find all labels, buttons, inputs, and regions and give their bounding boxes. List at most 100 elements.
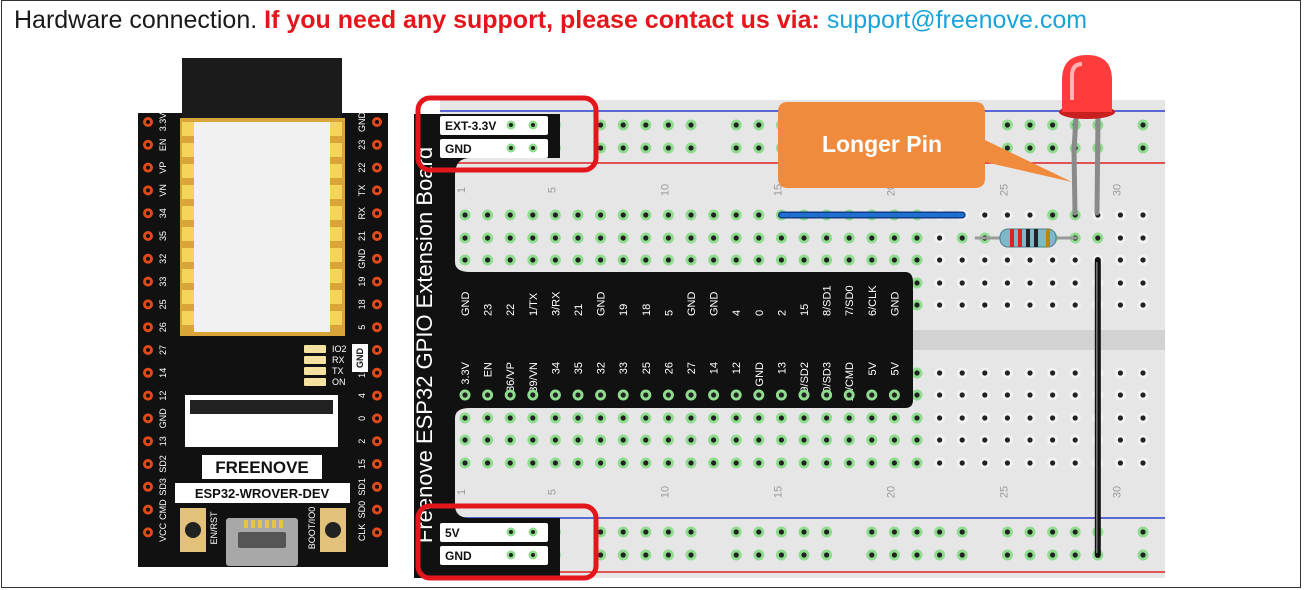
esp32-pin <box>146 462 150 466</box>
breadboard-hole <box>575 257 581 263</box>
breadboard-hole <box>1072 415 1078 421</box>
module-pad <box>182 185 194 199</box>
status-led-label: TX <box>332 366 344 376</box>
esp32-right-pin-label: 2 <box>357 439 367 444</box>
esp32-board: 3.3VENVPVN343532332526271412GND13SD2SD3C… <box>138 58 388 567</box>
gpio-bottom-label: 36/VP <box>505 362 517 392</box>
esp32-right-pin-label: CLK <box>357 524 367 542</box>
breadboard-hole <box>1004 257 1011 263</box>
esp32-right-pin-label: 19 <box>357 277 367 287</box>
rail-hole <box>1004 122 1011 128</box>
breadboard-hole <box>846 415 852 421</box>
esp32-right-pin-label: 0 <box>357 416 367 421</box>
breadboard-hole <box>982 437 988 443</box>
breadboard-hole <box>891 415 898 421</box>
breadboard-hole <box>1004 460 1011 466</box>
button-icon <box>185 522 201 538</box>
breadboard-hole <box>1117 302 1123 308</box>
breadboard-hole <box>530 212 536 218</box>
breadboard-hole <box>1027 460 1033 466</box>
module-pad <box>330 185 342 199</box>
breadboard-hole <box>1050 392 1056 398</box>
breadboard-hole <box>1004 415 1011 421</box>
breadboard-hole <box>959 302 965 308</box>
breadboard-hole <box>733 437 739 443</box>
esp32-right-pin-label: 18 <box>357 299 367 309</box>
esp32-pin <box>375 120 379 124</box>
breadboard-hole <box>1004 302 1011 308</box>
esp32-left-pin-label: CMD <box>158 499 168 520</box>
breadboard-hole <box>598 235 604 241</box>
breadboard-hole <box>937 415 943 421</box>
breadboard-hole <box>507 460 513 466</box>
breadboard-hole <box>937 257 943 263</box>
rail-hole <box>1050 122 1056 128</box>
module-pad <box>330 269 342 283</box>
esp32-left-pin-label: 33 <box>158 277 168 287</box>
gpio-top-label: 23 <box>483 304 495 316</box>
breadboard-hole <box>1140 302 1146 308</box>
breadboard-hole <box>824 437 830 443</box>
esp32-left-pin-label: VN <box>158 184 168 197</box>
column-number: 1 <box>456 187 468 193</box>
esp32-pin <box>146 348 150 352</box>
gpio-top-label: 7/SD0 <box>844 285 856 316</box>
breadboard-hole <box>1117 392 1123 398</box>
esp32-pin <box>146 256 150 261</box>
breadboard-hole <box>462 460 468 466</box>
module-pad <box>330 248 342 262</box>
esp32-left-pin-label: 14 <box>158 368 168 378</box>
breadboard-hole <box>891 257 898 263</box>
breadboard-hole <box>937 437 943 443</box>
breadboard-hole <box>914 370 920 376</box>
breadboard-hole <box>1027 302 1033 308</box>
gpio-pin <box>665 392 672 398</box>
breadboard-hole <box>756 235 762 241</box>
breadboard-hole <box>665 212 672 218</box>
esp32-right-pin-label: GND <box>357 248 367 269</box>
breadboard-hole <box>688 257 694 263</box>
breadboard-hole <box>824 415 830 421</box>
rail-hole <box>643 145 649 151</box>
breadboard-hole <box>1072 460 1078 466</box>
rail-hole <box>1050 552 1056 558</box>
brand-label: FREENOVE <box>215 458 309 477</box>
breadboard-hole <box>1004 392 1011 398</box>
esp32-left-pin-label: VP <box>158 162 168 174</box>
breadboard-hole <box>711 257 717 263</box>
rail-hole <box>620 552 626 558</box>
breadboard-hole <box>530 460 536 466</box>
gpio-pin <box>869 392 875 398</box>
rail-hole <box>824 552 830 558</box>
rail-hole <box>688 145 694 151</box>
breadboard-hole <box>620 257 626 263</box>
breadboard-hole <box>1004 437 1011 443</box>
breadboard-hole <box>462 437 468 443</box>
breadboard-hole <box>1050 460 1056 466</box>
breadboard-hole <box>1027 437 1033 443</box>
esp32-pin <box>146 507 150 512</box>
gpio-bottom-label: GND <box>754 362 766 387</box>
breadboard-hole <box>688 212 694 218</box>
breadboard-hole <box>1117 415 1123 421</box>
led-icon <box>1062 55 1112 112</box>
gpio-pin <box>485 392 491 398</box>
rail-hole <box>914 552 920 558</box>
breadboard-hole <box>733 460 739 466</box>
esp32-right-pin-label: RX <box>357 207 367 220</box>
usb-port-opening <box>238 532 286 548</box>
breadboard-hole <box>756 415 762 421</box>
breadboard-hole <box>507 437 513 443</box>
header-pin <box>509 146 513 150</box>
gpio-bottom-label: 12 <box>731 362 743 374</box>
gpio-bottom-label: 33 <box>618 362 630 374</box>
module-pad <box>330 311 342 325</box>
breadboard-hole <box>982 460 988 466</box>
breadboard-hole <box>959 415 965 421</box>
esp32-left-pin-label: SD3 <box>158 478 168 496</box>
esp32-pin <box>146 279 150 284</box>
usb-pin <box>272 520 276 528</box>
led-short-leg <box>1094 115 1101 216</box>
breadboard-hole <box>846 460 852 466</box>
breadboard-hole <box>711 415 717 421</box>
